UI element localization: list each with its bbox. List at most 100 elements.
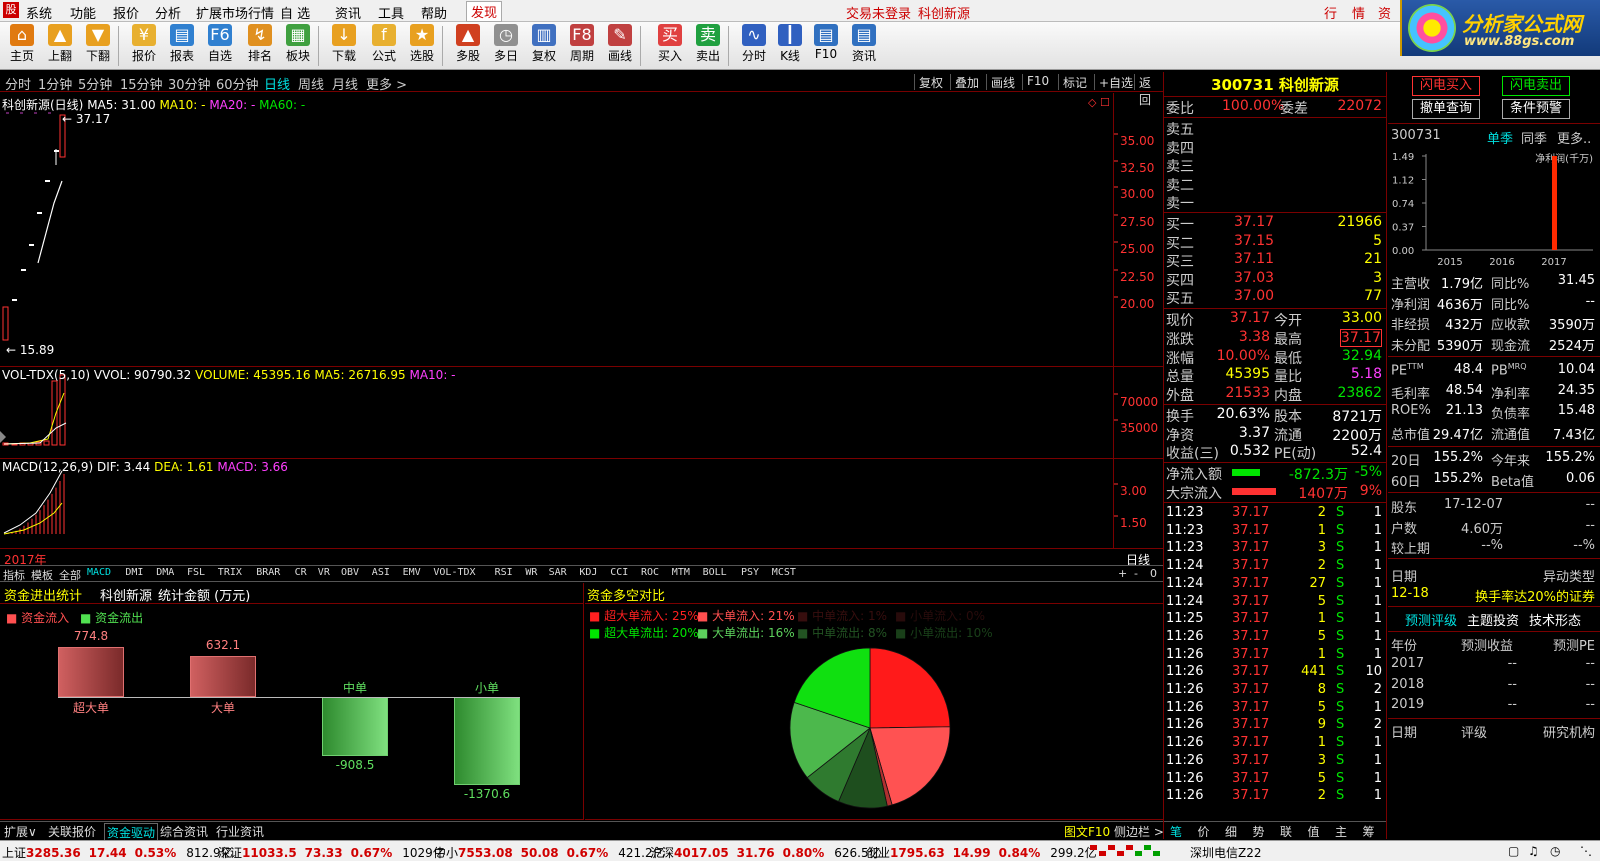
login-status[interactable]: 交易未登录 bbox=[846, 3, 911, 22]
window-icon[interactable]: ▢ bbox=[1508, 844, 1519, 858]
add-watchlist-button[interactable]: +自选 bbox=[1094, 74, 1137, 90]
indicator-tab-emv[interactable]: EMV bbox=[403, 567, 421, 578]
buy-row[interactable]: 买三 37.11 21 bbox=[1164, 251, 1386, 270]
indicator-zoom-reset[interactable]: 0 bbox=[1150, 567, 1157, 580]
kline-chart-area[interactable] bbox=[0, 93, 1163, 548]
toolbar-button-9[interactable]: f 公式 bbox=[364, 24, 404, 68]
tick-row[interactable]: 11:26 37.17 1 S 1 bbox=[1164, 646, 1386, 664]
index-quote-2[interactable]: 中小7553.08 50.08 0.67% 421.2亿 bbox=[434, 844, 665, 861]
toolbar-button-14[interactable]: F8 周期 bbox=[562, 24, 602, 68]
indicator-tab-asi[interactable]: ASI bbox=[372, 567, 390, 578]
forecast-tab-2[interactable]: 技术形态 bbox=[1529, 610, 1581, 629]
toolbar-button-11[interactable]: ▲ 多股 bbox=[448, 24, 488, 68]
tick-row[interactable]: 11:26 37.17 2 S 1 bbox=[1164, 787, 1386, 805]
index-quote-3[interactable]: 沪深4017.05 31.76 0.80% 626.5亿 bbox=[650, 844, 881, 861]
indicator-tab-obv[interactable]: OBV bbox=[341, 567, 359, 578]
quote-tab-6[interactable]: 主 bbox=[1335, 823, 1347, 840]
toolbar-button-3[interactable]: ¥ 报价 bbox=[124, 24, 164, 68]
period-15min[interactable]: 15分钟 bbox=[120, 74, 163, 93]
draw-line-button[interactable]: 画线 bbox=[986, 74, 1019, 90]
tick-row[interactable]: 11:24 37.17 27 S 1 bbox=[1164, 575, 1386, 593]
period-60min[interactable]: 60分钟 bbox=[216, 74, 259, 93]
indicator-tab-trix[interactable]: TRIX bbox=[218, 567, 242, 578]
period-more[interactable]: 更多 > bbox=[366, 74, 407, 93]
index-quote-4[interactable]: 创业1795.63 14.99 0.84% 299.2亿 bbox=[866, 844, 1097, 861]
tick-row[interactable]: 11:25 37.17 1 S 1 bbox=[1164, 610, 1386, 628]
indicator-tab-brar[interactable]: BRAR bbox=[256, 567, 280, 578]
indicator-tab-macd[interactable]: MACD bbox=[87, 567, 111, 578]
grip-icon[interactable]: ⋱ bbox=[1580, 844, 1592, 858]
indicator-tab-mcst[interactable]: MCST bbox=[772, 567, 796, 578]
buy-row[interactable]: 买四 37.03 3 bbox=[1164, 270, 1386, 289]
clock-icon[interactable]: ◷ bbox=[1550, 844, 1560, 858]
tick-row[interactable]: 11:26 37.17 8 S 2 bbox=[1164, 681, 1386, 699]
menu-function[interactable]: 功能 bbox=[70, 3, 96, 22]
toolbar-button-8[interactable]: ↓ 下载 bbox=[324, 24, 364, 68]
index-quote-0[interactable]: 上证3285.36 17.44 0.53% 812.9亿 bbox=[2, 844, 233, 861]
period-weekly[interactable]: 周线 bbox=[298, 74, 324, 93]
tick-row[interactable]: 11:26 37.17 5 S 1 bbox=[1164, 770, 1386, 788]
menu-tools[interactable]: 工具 bbox=[378, 3, 404, 22]
toolbar-button-17[interactable]: 卖卖出 bbox=[688, 24, 728, 68]
menu-system[interactable]: 系统 bbox=[26, 3, 52, 22]
back-button[interactable]: 返回 bbox=[1134, 74, 1163, 107]
indicator-tab-dmi[interactable]: DMI bbox=[125, 567, 143, 578]
broker-name[interactable]: 深圳电信Z22 bbox=[1190, 844, 1262, 861]
alert-bell-icon[interactable]: ♫ bbox=[1528, 844, 1539, 858]
season-tab[interactable]: 单季 bbox=[1487, 128, 1513, 147]
tick-row[interactable]: 11:26 37.17 3 S 1 bbox=[1164, 752, 1386, 770]
toolbar-button-21[interactable]: ▤ 资讯 bbox=[844, 24, 884, 68]
tick-row[interactable]: 11:26 37.17 5 S 1 bbox=[1164, 699, 1386, 717]
indicator-tab-指标[interactable]: 指标 bbox=[3, 567, 25, 583]
indicator-tab-dma[interactable]: DMA bbox=[156, 567, 174, 578]
quote-tab-5[interactable]: 值 bbox=[1308, 823, 1320, 840]
toolbar-button-16[interactable]: 买买入 bbox=[650, 24, 690, 68]
buy-row[interactable]: 买五 37.00 77 bbox=[1164, 288, 1386, 307]
chart-corner-icon[interactable]: ◇ ☐ bbox=[1088, 96, 1110, 109]
period-1min[interactable]: 1分钟 bbox=[38, 74, 72, 93]
indicator-tab-cci[interactable]: CCI bbox=[610, 567, 628, 578]
indicator-tab-rsi[interactable]: RSI bbox=[495, 567, 513, 578]
toolbar-button-6[interactable]: ↯ 排名 bbox=[240, 24, 280, 68]
forecast-tab-0[interactable]: 预测评级 bbox=[1405, 610, 1457, 629]
tab-industry-news[interactable]: 行业资讯 bbox=[216, 823, 264, 840]
indicator-tab-sar[interactable]: SAR bbox=[549, 567, 567, 578]
indicator-zoom-in[interactable]: + bbox=[1118, 567, 1127, 580]
same-season-tab[interactable]: 同季 bbox=[1521, 128, 1547, 147]
indicator-tab-全部[interactable]: 全部 bbox=[59, 567, 81, 583]
toolbar-button-15[interactable]: ✎ 画线 bbox=[600, 24, 640, 68]
overlay-button[interactable]: 叠加 bbox=[950, 74, 983, 90]
cancel-query-button[interactable]: 撤单查询 bbox=[1412, 99, 1480, 119]
toolbar-button-2[interactable]: ▼ 下翻 bbox=[78, 24, 118, 68]
indicator-tab-psy[interactable]: PSY bbox=[741, 567, 759, 578]
toolbar-button-7[interactable]: ▦ 板块 bbox=[278, 24, 318, 68]
menu-ext-market[interactable]: 扩展市场行情 bbox=[196, 3, 274, 22]
menu-analysis[interactable]: 分析 bbox=[155, 3, 181, 22]
indicator-tab-mtm[interactable]: MTM bbox=[672, 567, 690, 578]
sell-row[interactable]: 卖四 bbox=[1164, 138, 1386, 157]
flash-sell-button[interactable]: 闪电卖出 bbox=[1502, 76, 1570, 96]
period-monthly[interactable]: 月线 bbox=[332, 74, 358, 93]
menu-quote[interactable]: 报价 bbox=[113, 3, 139, 22]
forecast-tab-1[interactable]: 主题投资 bbox=[1467, 610, 1519, 629]
period-daily[interactable]: 日线 bbox=[264, 74, 290, 93]
menu-discover[interactable]: 发现 bbox=[466, 1, 503, 22]
event-row[interactable]: 12-18 换手率达20%的证券 bbox=[1391, 586, 1599, 606]
toolbar-button-1[interactable]: ▲ 上翻 bbox=[40, 24, 80, 68]
tab-news[interactable]: 综合资讯 bbox=[160, 823, 208, 840]
toolbar-button-4[interactable]: ▤ 报表 bbox=[162, 24, 202, 68]
toolbar-button-18[interactable]: ∿ 分时 bbox=[734, 24, 774, 68]
sell-row[interactable]: 卖二 bbox=[1164, 175, 1386, 194]
indicator-tab-wr[interactable]: WR bbox=[525, 567, 537, 578]
quote-tab-4[interactable]: 联 bbox=[1280, 823, 1292, 840]
period-30min[interactable]: 30分钟 bbox=[168, 74, 211, 93]
tick-row[interactable]: 11:26 37.17 5 S 1 bbox=[1164, 628, 1386, 646]
sell-row[interactable]: 卖五 bbox=[1164, 119, 1386, 138]
buy-row[interactable]: 买一 37.17 21966 bbox=[1164, 214, 1386, 233]
tick-row[interactable]: 11:26 37.17 1 S 1 bbox=[1164, 734, 1386, 752]
more-link[interactable]: 更多.. bbox=[1557, 128, 1591, 147]
menu-watchlist[interactable]: 自 选 bbox=[280, 3, 310, 22]
quote-tab-1[interactable]: 价 bbox=[1198, 823, 1210, 840]
sell-row[interactable]: 卖三 bbox=[1164, 156, 1386, 175]
f10-button[interactable]: F10 bbox=[1022, 74, 1053, 90]
